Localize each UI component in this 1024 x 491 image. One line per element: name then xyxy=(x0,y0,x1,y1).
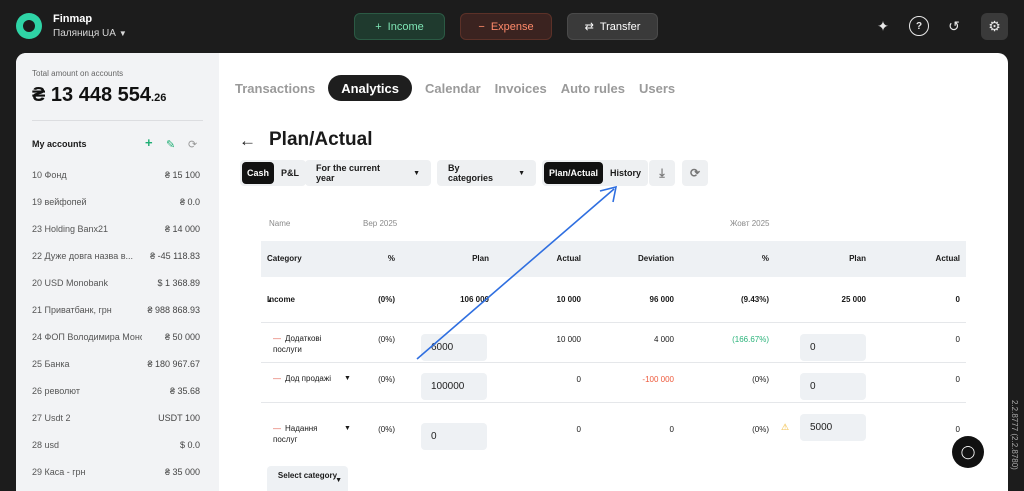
account-row[interactable]: 28 usd $ 0.0 xyxy=(16,431,219,458)
account-row[interactable]: 10 Фонд ₴ 15 100 xyxy=(16,161,219,188)
help-icon[interactable]: ? xyxy=(909,16,929,36)
account-row[interactable]: 27 Usdt 2 USDT 100 xyxy=(16,404,219,431)
chevron-down-icon: ▼ xyxy=(118,29,127,38)
account-row[interactable]: 19 вейфопей ₴ 0.0 xyxy=(16,188,219,215)
history-icon[interactable]: ↺ xyxy=(944,16,964,36)
top-bar: Finmap Паляниця UA ▼ + Income − Expense ⇄ Tr… xyxy=(0,0,1024,53)
account-row[interactable]: 20 USD Monobank $ 1 368.89 xyxy=(16,269,219,296)
settings-gear-icon[interactable]: ⚙ xyxy=(981,13,1008,40)
income-button[interactable]: + Income xyxy=(354,13,445,40)
transfer-arrows-icon: ⇄ xyxy=(584,21,594,33)
annotation-arrow xyxy=(416,185,618,360)
annotation-arrow-line xyxy=(416,188,615,360)
my-accounts-title: My accounts xyxy=(32,139,87,149)
account-row[interactable]: 21 Приватбанк, грн ₴ 988 868.93 xyxy=(16,296,219,323)
plus-icon: + xyxy=(375,20,382,33)
minus-icon: − xyxy=(478,20,485,33)
magic-wand-icon[interactable]: ✦ xyxy=(873,16,893,36)
total-amount-label: Total amount on accounts xyxy=(32,69,124,78)
app-version: 2.2.8777 (2.2.8780) xyxy=(1010,400,1019,470)
account-row[interactable]: 26 револют ₴ 35.68 xyxy=(16,377,219,404)
sidebar: Total amount on accounts ₴ 13 448 554.26… xyxy=(16,53,219,491)
add-account-icon[interactable]: + xyxy=(145,135,153,150)
brand-name: Finmap xyxy=(53,13,93,25)
chat-support-icon[interactable]: ◯ xyxy=(952,436,984,468)
total-amount: ₴ 13 448 554.26 xyxy=(32,84,167,106)
edit-pencil-icon[interactable]: ✎ xyxy=(166,138,175,151)
account-row[interactable]: 24 ФОП Володимира Моно ₴ 50 000 xyxy=(16,323,219,350)
account-row[interactable]: 25 Банка ₴ 180 967.67 xyxy=(16,350,219,377)
workspace-selector[interactable]: Паляниця UA ▼ xyxy=(53,28,127,39)
account-row[interactable]: 22 Дуже довга назва в... ₴ -45 118.83 xyxy=(16,242,219,269)
expense-button[interactable]: − Expense xyxy=(460,13,552,40)
account-row[interactable]: 29 Каса - грн ₴ 35 000 xyxy=(16,458,219,485)
refresh-icon[interactable]: ⟳ xyxy=(188,138,197,151)
transfer-button[interactable]: ⇄ Transfer xyxy=(567,13,658,40)
divider xyxy=(32,120,203,121)
accounts-list: 10 Фонд ₴ 15 100 19 вейфопей ₴ 0.0 23 Hold… xyxy=(16,161,219,485)
account-row[interactable]: 23 Holding Banx21 ₴ 14 000 xyxy=(16,215,219,242)
workspace-name: Паляниця UA xyxy=(53,28,116,39)
content-area: Transactions Analytics Calendar Invoices… xyxy=(219,53,1008,491)
finmap-logo-icon[interactable] xyxy=(16,13,42,39)
main-panel: Total amount on accounts ₴ 13 448 554.26… xyxy=(16,53,1008,491)
